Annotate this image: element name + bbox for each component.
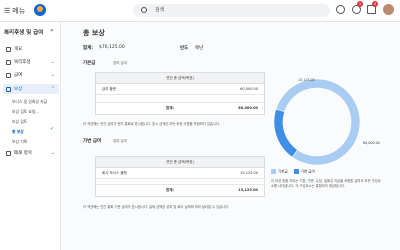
sidebar-item-overview[interactable]: 개요: [3, 44, 59, 54]
total-label: 합계:: [166, 188, 174, 192]
sidebar-sub-bonus[interactable]: 보너스 및 일회성 지급: [12, 99, 47, 105]
sidebar-sub-history[interactable]: 보상 기록: [12, 139, 27, 145]
donut-slice-1[interactable]: [273, 108, 298, 158]
table-row: 회사 보너스 플랜 15,125.00: [96, 168, 264, 179]
period-value: 매년: [195, 46, 204, 51]
sidebar-item-pay[interactable]: 급여 ⌄: [3, 70, 59, 80]
table-row-empty: [96, 95, 264, 103]
sidebar-title: 복리후생 및 급여: [4, 30, 44, 36]
sidebar-sub-review[interactable]: 보상 검토: [12, 119, 27, 125]
row-label: 회사 보너스 플랜: [102, 171, 127, 175]
row-value: 15,125.00: [240, 171, 258, 175]
table-total-row: 합계: 15,125.00: [96, 185, 264, 196]
menu-button[interactable]: ☰ 메뉴: [4, 6, 25, 16]
base-note: 이 섹션에는 연간 급여가 현지 통화로 표시됩니다. 표시 금액은 모든 조정…: [83, 122, 221, 126]
sidebar-item-label: 복리후생: [14, 60, 31, 65]
chart-legend: 기본급 가변 급여: [271, 169, 315, 175]
chat-icon[interactable]: [336, 5, 345, 14]
search-input[interactable]: 검색: [133, 4, 330, 17]
total-label: 합계:: [166, 106, 174, 110]
row-value: 60,000.00: [240, 87, 258, 91]
collapse-icon[interactable]: «: [50, 27, 54, 34]
chart-note: 이 보상 현황 차트는 기본, 가변, 수당, 일회성 지급을 포함한 급여의 …: [271, 179, 381, 188]
total-label: 합계:: [83, 46, 94, 51]
sidebar-item-label: 개요: [14, 47, 23, 52]
sidebar-item-closed[interactable]: 폐쇄 항목 ⌄: [3, 148, 59, 158]
table-header: 연간 총 금액(목표): [96, 73, 264, 84]
variable-note: 이 섹션에는 연간 통화 기준 급여가 표시됩니다. 실제 금액은 성과 및 회…: [83, 205, 230, 209]
variable-section-sub: 참여 급여: [113, 139, 127, 143]
sidebar-item-label: 급여: [14, 73, 23, 78]
avatar[interactable]: [383, 4, 394, 15]
workday-logo[interactable]: [34, 4, 46, 16]
table-row: 급여 플랜 60,000.00: [96, 84, 264, 95]
variable-pay-table: 연간 총 금액(목표) 회사 보너스 플랜 15,125.00 합계: 15,1…: [95, 156, 265, 197]
check-icon: ✓: [50, 126, 55, 132]
legend-swatch: [293, 169, 299, 174]
page-title: 총 보상: [83, 29, 105, 37]
top-bar: ☰ 메뉴 검색 1 3: [0, 0, 400, 22]
total-value: $76,125.00: [99, 45, 125, 50]
period-label: 빈도: [180, 46, 189, 51]
chevron-down-icon: ⌄: [50, 150, 55, 156]
notification-badge: 1: [357, 1, 363, 7]
legend-label: 가변 급여: [300, 169, 315, 174]
base-pay-table: 연간 총 금액(목표) 급여 플랜 60,000.00 합계: 60,000.0…: [95, 72, 265, 115]
legend-swatch: [271, 169, 276, 174]
inbox-badge: 3: [372, 1, 378, 7]
slice-label-variable: 15,125.00: [298, 78, 315, 82]
legend-item-base: 기본급: [271, 169, 288, 175]
pay-icon: [6, 72, 11, 78]
menu-label: 메뉴: [12, 7, 26, 15]
total-value: 60,000.00: [238, 106, 258, 110]
base-section-title: 기본급: [83, 61, 96, 66]
search-icon: [141, 7, 147, 13]
legend-item-variable: 가변 급여: [293, 169, 315, 175]
grid-icon: [6, 46, 11, 52]
main-content: 총 보상 합계: $76,125.00 빈도 매년 기본급 참여 급여 연간 총…: [61, 22, 400, 250]
sidebar-item-label: 폐쇄 항목: [14, 151, 32, 156]
sidebar-item-label: 보상: [14, 87, 23, 92]
benefits-icon: [6, 59, 11, 65]
hamburger-icon: ☰: [4, 7, 11, 15]
search-text: 검색: [155, 7, 165, 13]
row-label: 급여 플랜: [102, 87, 116, 91]
sidebar-item-benefits[interactable]: 복리후생 ⌄: [3, 57, 59, 67]
slice-label-base: 60,000.00: [363, 141, 380, 145]
sidebar-sub-review-request[interactable]: 보상 검토 요청...: [12, 109, 39, 115]
table-total-row: 합계: 60,000.00: [96, 103, 264, 114]
legend-label: 기본급: [278, 169, 288, 174]
sidebar-sub-total-compensation[interactable]: 총 보상: [12, 129, 24, 135]
closed-icon: [6, 150, 11, 156]
compensation-donut-chart: [273, 78, 361, 166]
chevron-down-icon: ⌄: [50, 72, 55, 78]
sidebar: 복리후생 및 급여 « 개요 복리후생 ⌄ 급여 ⌄ 보상 ⌃ 보너스 및 일회…: [0, 22, 61, 250]
total-value: 15,125.00: [238, 188, 258, 192]
chevron-down-icon: ⌄: [50, 59, 55, 65]
table-header: 연간 총 금액(목표): [96, 157, 264, 168]
base-section-sub: 참여 급여: [113, 61, 127, 65]
compensation-icon: [6, 86, 11, 92]
chevron-up-icon: ⌃: [50, 86, 55, 92]
sidebar-item-compensation[interactable]: 보상 ⌃: [3, 84, 59, 94]
variable-section-title: 가변 급여: [83, 139, 102, 144]
